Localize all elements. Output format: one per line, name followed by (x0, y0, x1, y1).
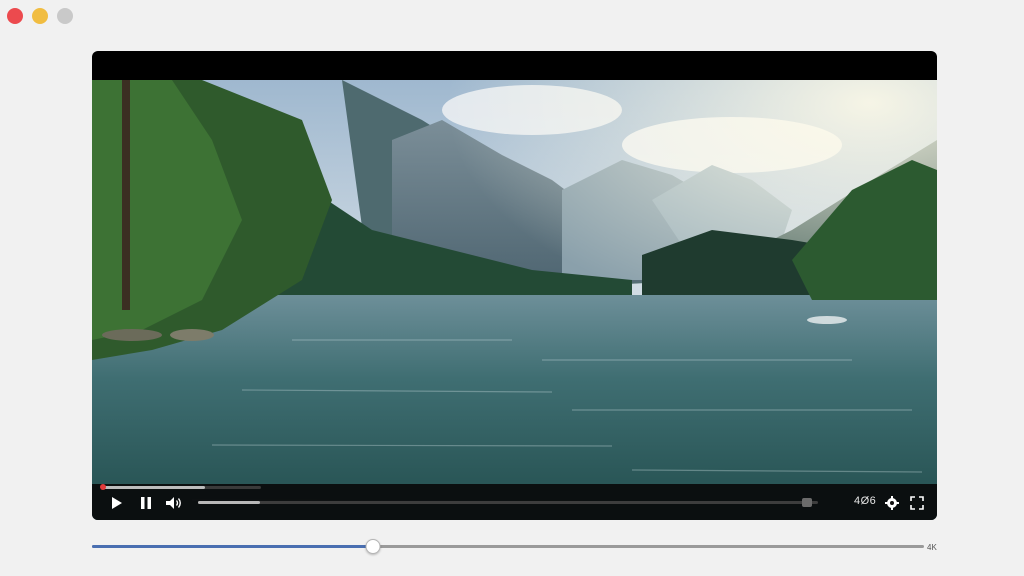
video-player[interactable]: 4Ø6 (92, 51, 937, 520)
seek-thumb[interactable] (365, 539, 381, 554)
play-icon (112, 497, 122, 509)
settings-button[interactable] (882, 495, 902, 511)
playback-progress-track[interactable] (198, 498, 818, 507)
gear-icon (885, 496, 899, 510)
quality-label[interactable]: 4Ø6 (854, 495, 876, 507)
fullscreen-icon (910, 496, 924, 510)
buffer-handle[interactable] (801, 498, 812, 507)
video-frame-lake-mountains[interactable] (92, 80, 937, 520)
player-control-bar: 4Ø6 (92, 484, 937, 520)
seek-end-label: 4K (927, 543, 937, 552)
pause-button[interactable] (136, 495, 156, 511)
chapter-progress-fill (101, 486, 205, 489)
record-indicator-dot (100, 484, 106, 490)
fullscreen-button[interactable] (907, 495, 927, 511)
play-button[interactable] (107, 495, 127, 511)
video-frame-image (92, 80, 937, 520)
minimize-window-button[interactable] (32, 8, 48, 24)
close-window-button[interactable] (7, 8, 23, 24)
volume-icon (166, 497, 181, 509)
app-window: 4Ø6 4K (0, 0, 1024, 576)
playback-progress-fill (198, 501, 260, 504)
chapter-progress-track[interactable] (101, 486, 261, 489)
seek-fill (92, 545, 374, 548)
main-seek-bar[interactable] (92, 539, 924, 554)
volume-button[interactable] (164, 495, 184, 511)
zoom-window-button[interactable] (57, 8, 73, 24)
window-controls (7, 8, 73, 24)
seek-track[interactable] (92, 545, 924, 548)
pause-icon (141, 497, 151, 509)
